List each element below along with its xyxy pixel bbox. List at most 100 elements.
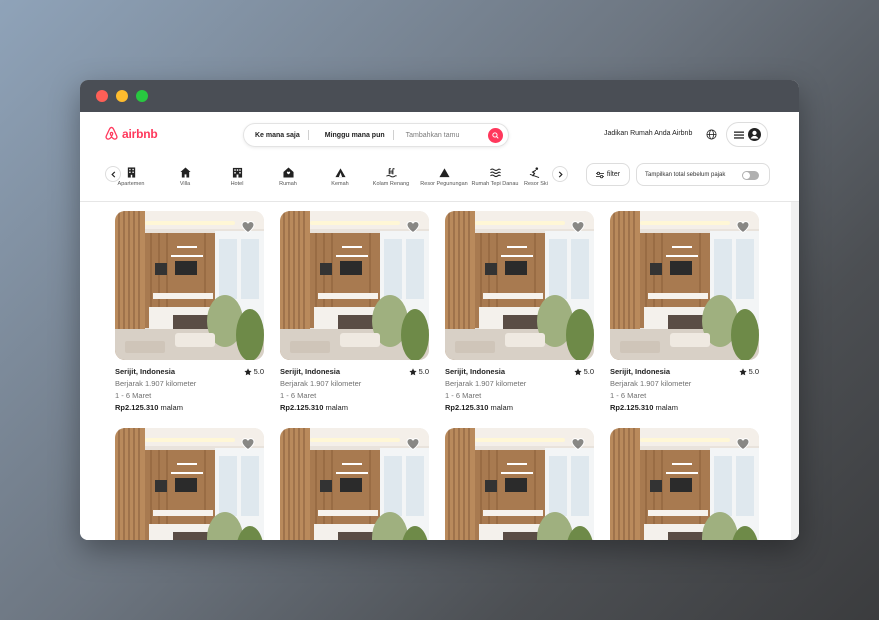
avatar-icon bbox=[747, 128, 761, 141]
listing-card[interactable]: Serijit, Indonesia 5.0 Berjarak 1.907 ki… bbox=[115, 211, 264, 414]
listing-price: Rp2.125.310 bbox=[610, 403, 654, 412]
listing-card[interactable] bbox=[280, 428, 429, 540]
window-titlebar bbox=[80, 80, 799, 112]
category-label: Kemah bbox=[331, 181, 349, 187]
category-bar: Apartemen Villa Hotel Rumah Kemah Kolam … bbox=[104, 160, 569, 192]
listing-location: Serijit, Indonesia bbox=[445, 367, 506, 376]
listing-dates: 1 - 6 Maret bbox=[445, 391, 482, 400]
heart-icon[interactable] bbox=[406, 437, 420, 451]
chevron-left-icon bbox=[110, 170, 115, 178]
category-rumah[interactable]: Rumah bbox=[258, 160, 318, 187]
price-unit: malam bbox=[160, 403, 183, 412]
search-week[interactable]: Minggu mana pun bbox=[309, 132, 393, 139]
listing-price-row: Rp2.125.310 malam bbox=[115, 402, 264, 414]
listing-distance: Berjarak 1.907 kilometer bbox=[280, 379, 362, 388]
filter-button[interactable]: filter bbox=[586, 163, 630, 186]
host-link[interactable]: Jadikan Rumah Anda Airbnb bbox=[604, 130, 692, 137]
listing-card[interactable]: Serijit, Indonesia 5.0 Berjarak 1.907 ki… bbox=[445, 211, 594, 414]
listing-card[interactable] bbox=[115, 428, 264, 540]
listing-rating: 5.0 bbox=[738, 366, 759, 378]
listing-info: Serijit, Indonesia 5.0 Berjarak 1.907 ki… bbox=[445, 366, 594, 414]
listing-photo[interactable] bbox=[115, 211, 264, 360]
heart-icon[interactable] bbox=[736, 437, 750, 451]
heart-icon[interactable] bbox=[571, 220, 585, 234]
listing-photo[interactable] bbox=[610, 211, 759, 360]
mountain-icon bbox=[438, 168, 450, 178]
airbnb-logo[interactable]: airbnb bbox=[104, 126, 158, 141]
heart-icon[interactable] bbox=[736, 220, 750, 234]
chevron-right-icon bbox=[558, 170, 563, 178]
hamburger-icon bbox=[733, 131, 744, 139]
listing-info: Serijit, Indonesia 5.0 Berjarak 1.907 ki… bbox=[280, 366, 429, 414]
category-prev-button[interactable] bbox=[105, 166, 121, 182]
category-label: Villa bbox=[179, 181, 191, 187]
user-menu-button[interactable] bbox=[726, 122, 768, 147]
listing-distance: Berjarak 1.907 kilometer bbox=[115, 379, 197, 388]
star-icon bbox=[243, 368, 252, 376]
listing-photo[interactable] bbox=[610, 428, 759, 540]
listing-photo[interactable] bbox=[445, 211, 594, 360]
heart-icon[interactable] bbox=[406, 220, 420, 234]
globe-icon[interactable] bbox=[706, 129, 717, 140]
category-label: Resor Pegunungan bbox=[420, 181, 468, 187]
heart-icon[interactable] bbox=[241, 220, 255, 234]
heart-icon[interactable] bbox=[571, 437, 585, 451]
search-location[interactable]: Ke mana saja bbox=[244, 132, 308, 139]
listing-photo[interactable] bbox=[280, 428, 429, 540]
tax-toggle-switch[interactable] bbox=[742, 171, 759, 180]
star-icon bbox=[408, 368, 417, 376]
rating-value: 5.0 bbox=[253, 367, 264, 376]
category-kolam-renang[interactable]: Kolam Renang bbox=[361, 160, 421, 187]
category-resor-ski[interactable]: Resor Ski bbox=[514, 160, 554, 187]
listing-location: Serijit, Indonesia bbox=[280, 367, 341, 376]
search-bar[interactable]: Ke mana saja Minggu mana pun Tambahkan t… bbox=[243, 123, 509, 147]
price-unit: malam bbox=[490, 403, 513, 412]
search-button[interactable] bbox=[488, 127, 503, 143]
building-icon bbox=[127, 167, 135, 178]
listing-dates: 1 - 6 Maret bbox=[280, 391, 317, 400]
price-unit: malam bbox=[655, 403, 678, 412]
listing-card[interactable] bbox=[610, 428, 759, 540]
rating-value: 5.0 bbox=[748, 367, 759, 376]
listing-photo[interactable] bbox=[445, 428, 594, 540]
hotel-icon bbox=[232, 167, 242, 178]
category-label: Rumah bbox=[279, 181, 297, 187]
listing-card[interactable] bbox=[445, 428, 594, 540]
listing-price-row: Rp2.125.310 malam bbox=[445, 402, 594, 414]
close-window-button[interactable] bbox=[96, 90, 108, 102]
airbnb-logo-icon bbox=[105, 126, 118, 140]
listing-location: Serijit, Indonesia bbox=[115, 367, 176, 376]
tent-icon bbox=[334, 168, 346, 178]
heart-icon[interactable] bbox=[241, 437, 255, 451]
filter-label: filter bbox=[606, 171, 621, 178]
star-icon bbox=[573, 368, 582, 376]
listing-dates: 1 - 6 Maret bbox=[610, 391, 647, 400]
category-villa[interactable]: Villa bbox=[155, 160, 215, 187]
listing-info: Serijit, Indonesia 5.0 Berjarak 1.907 ki… bbox=[115, 366, 264, 414]
listing-photo[interactable] bbox=[115, 428, 264, 540]
search-icon bbox=[492, 131, 499, 139]
pool-icon bbox=[385, 168, 397, 178]
tax-toggle-box[interactable]: Tampilkan total sebelum pajak bbox=[636, 163, 770, 186]
maximize-window-button[interactable] bbox=[136, 90, 148, 102]
listing-rating: 5.0 bbox=[243, 366, 264, 378]
listing-card[interactable]: Serijit, Indonesia 5.0 Berjarak 1.907 ki… bbox=[280, 211, 429, 414]
listing-location: Serijit, Indonesia bbox=[610, 367, 671, 376]
star-icon bbox=[738, 368, 747, 376]
listing-dates: 1 - 6 Maret bbox=[115, 391, 152, 400]
browser-window: airbnb Ke mana saja Minggu mana pun Tamb… bbox=[80, 80, 799, 540]
category-label: Resor Ski bbox=[524, 181, 548, 187]
house-icon bbox=[179, 167, 191, 178]
search-guests[interactable]: Tambahkan tamu bbox=[394, 132, 488, 139]
category-next-button[interactable] bbox=[552, 166, 568, 182]
category-label: Kolam Renang bbox=[372, 181, 410, 187]
listing-photo[interactable] bbox=[280, 211, 429, 360]
listing-card[interactable]: Serijit, Indonesia 5.0 Berjarak 1.907 ki… bbox=[610, 211, 759, 414]
minimize-window-button[interactable] bbox=[116, 90, 128, 102]
listing-distance: Berjarak 1.907 kilometer bbox=[445, 379, 527, 388]
header: airbnb Ke mana saja Minggu mana pun Tamb… bbox=[80, 112, 799, 202]
listing-distance: Berjarak 1.907 kilometer bbox=[610, 379, 692, 388]
ski-icon bbox=[529, 167, 540, 178]
page-scrollbar[interactable] bbox=[791, 202, 799, 540]
rating-value: 5.0 bbox=[583, 367, 594, 376]
